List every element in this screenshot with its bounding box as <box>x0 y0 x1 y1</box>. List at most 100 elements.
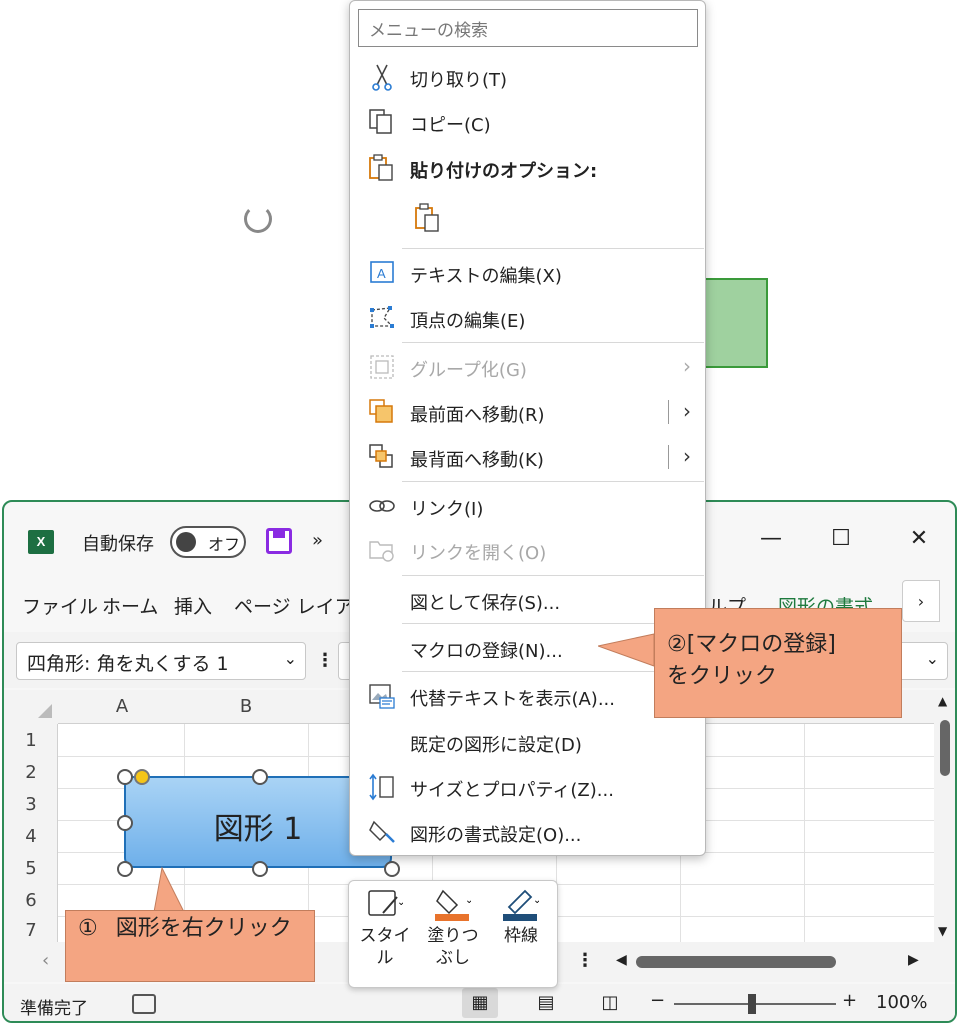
qat-overflow-button[interactable]: » <box>312 530 323 551</box>
column-header-a[interactable]: A <box>60 690 184 724</box>
resize-handle[interactable] <box>117 861 133 877</box>
menu-item-label: 代替テキストを表示(A)... <box>410 689 615 710</box>
row-header-7[interactable]: 7 <box>4 920 58 941</box>
row-header-5[interactable]: 5 <box>4 858 58 879</box>
row-header-4[interactable]: 4 <box>4 826 58 847</box>
sheet-bar-dots-icon[interactable]: ⋮ <box>576 950 594 971</box>
row-header-1[interactable]: 1 <box>4 730 58 751</box>
normal-view-icon[interactable]: ▦ <box>462 988 498 1018</box>
scroll-down-icon[interactable]: ▼ <box>938 924 947 938</box>
row-header-6[interactable]: 6 <box>4 890 58 911</box>
scroll-up-icon[interactable]: ▲ <box>938 694 947 708</box>
style-button[interactable]: ⌄ スタイル <box>353 887 417 969</box>
fill-label: 塗りつぶし <box>427 926 479 968</box>
link-icon <box>368 492 396 520</box>
scroll-left-icon[interactable]: ◀ <box>616 952 627 968</box>
row-header-2[interactable]: 2 <box>4 762 58 783</box>
status-bar: 準備完了 ▦ ▤ ◫ − + 100% <box>4 984 955 1021</box>
accessibility-icon[interactable] <box>132 994 156 1014</box>
menu-item-link[interactable]: リンク(I) <box>350 486 705 526</box>
resize-handle[interactable] <box>117 815 133 831</box>
chevron-right-icon[interactable]: › <box>683 399 691 423</box>
menu-item-copy[interactable]: コピー(C) <box>350 102 705 142</box>
horizontal-scroll-thumb[interactable] <box>636 956 836 968</box>
close-button[interactable]: ✕ <box>904 526 934 551</box>
tab-insert[interactable]: 挿入 <box>174 592 212 619</box>
shape-fill-button[interactable]: ⌄ 塗りつぶし <box>421 887 485 969</box>
resize-handle[interactable] <box>252 769 268 785</box>
vertical-scroll-thumb[interactable] <box>940 720 950 776</box>
text-box-icon: A <box>368 259 396 287</box>
vertical-scrollbar[interactable]: ▲ ▼ <box>934 690 955 942</box>
resize-handle[interactable] <box>117 769 133 785</box>
menu-separator <box>402 481 704 482</box>
tab-page-layout[interactable]: ページ レイア <box>234 592 354 619</box>
scroll-right-icon[interactable]: ▶ <box>908 952 919 968</box>
menu-item-label: テキストの編集(X) <box>410 266 562 287</box>
shape-outline-button[interactable]: ⌄ 枠線 <box>489 887 553 947</box>
menu-item-save-as-picture[interactable]: 図として保存(S)... <box>350 580 705 620</box>
zoom-out-button[interactable]: − <box>650 990 665 1011</box>
save-icon[interactable] <box>266 528 292 554</box>
tab-file[interactable]: ファイル <box>22 592 98 619</box>
menu-item-edit-text[interactable]: A テキストの編集(X) <box>350 253 705 293</box>
chevron-down-icon[interactable]: ⌄ <box>926 649 939 668</box>
menu-item-set-default-shape[interactable]: 既定の図形に設定(D) <box>350 722 705 762</box>
menu-item-label: 図として保存(S)... <box>410 593 561 614</box>
menu-item-alt-text[interactable]: 代替テキストを表示(A)... <box>350 676 705 716</box>
maximize-button[interactable]: ☐ <box>826 526 856 551</box>
page-layout-view-icon[interactable]: ▤ <box>528 988 564 1018</box>
page-break-view-icon[interactable]: ◫ <box>592 988 628 1018</box>
menu-item-label: マクロの登録(N)... <box>410 641 563 662</box>
callout-step2-line1: ②[マクロの登録] <box>667 632 836 657</box>
menu-item-label: リンク(I) <box>410 499 484 520</box>
menu-item-send-to-back[interactable]: 最背面へ移動(K) › <box>350 437 705 477</box>
menu-item-size-properties[interactable]: サイズとプロパティ(Z)... <box>350 767 705 807</box>
zoom-slider-thumb[interactable] <box>748 994 756 1014</box>
row-header-3[interactable]: 3 <box>4 794 58 815</box>
chevron-down-icon[interactable]: ⌄ <box>284 649 297 668</box>
menu-item-open-link: リンクを開く(O) <box>350 530 705 570</box>
select-all-corner[interactable] <box>4 690 58 724</box>
name-box[interactable]: 四角形: 角を丸くする 1 ⌄ <box>16 642 306 680</box>
shape-style-icon: ⌄ <box>367 887 405 921</box>
resize-handle[interactable] <box>384 861 400 877</box>
menu-item-cut[interactable]: 切り取り(T) <box>350 57 705 97</box>
paste-options-header: 貼り付けのオプション: <box>350 148 705 188</box>
svg-text:⌄: ⌄ <box>465 895 471 906</box>
tab-home[interactable]: ホーム <box>102 592 158 619</box>
menu-item-format-shape[interactable]: 図形の書式設定(O)... <box>350 812 705 852</box>
svg-text:A: A <box>377 266 386 281</box>
autosave-toggle[interactable]: オフ <box>170 526 246 558</box>
callout-pointer <box>598 633 655 667</box>
menu-separator <box>402 248 704 249</box>
menu-item-group: グループ化(G) › <box>350 347 705 387</box>
menu-separator <box>402 575 704 576</box>
context-menu: メニューの検索 切り取り(T) コピー(C) 貼り付けのオプション: A テキス… <box>349 0 706 856</box>
adjust-handle[interactable] <box>134 769 150 785</box>
chevron-right-icon[interactable]: › <box>683 444 691 468</box>
menu-item-label: 既定の図形に設定(D) <box>410 735 582 756</box>
rotate-handle[interactable] <box>244 205 272 233</box>
column-header-b[interactable]: B <box>184 690 308 724</box>
style-label: スタイル <box>359 926 411 968</box>
callout-pointer <box>153 866 185 913</box>
zoom-level[interactable]: 100% <box>876 992 927 1013</box>
paste-option-keep-source[interactable] <box>350 197 705 241</box>
resize-handle[interactable] <box>252 861 268 877</box>
formula-bar-dots-icon[interactable]: ⋮ <box>316 650 334 671</box>
menu-item-edit-points[interactable]: 頂点の編集(E) <box>350 298 705 338</box>
sheet-prev-icon[interactable]: ‹ <box>42 950 49 971</box>
svg-text:⌄: ⌄ <box>397 897 403 908</box>
minimize-button[interactable]: — <box>756 526 786 551</box>
callout-step2-line2: をクリック <box>667 664 778 689</box>
menu-search-input[interactable]: メニューの検索 <box>358 9 698 47</box>
ribbon-scroll-right-button[interactable]: › <box>902 580 940 622</box>
menu-item-bring-to-front[interactable]: 最前面へ移動(R) › <box>350 392 705 432</box>
menu-item-label: サイズとプロパティ(Z)... <box>410 780 614 801</box>
callout-step1: ① 図形を右クリック <box>65 910 315 982</box>
menu-item-label: 頂点の編集(E) <box>410 311 526 332</box>
toggle-knob <box>176 532 196 552</box>
callout-step1-number: ① <box>78 916 98 941</box>
zoom-in-button[interactable]: + <box>842 990 857 1011</box>
